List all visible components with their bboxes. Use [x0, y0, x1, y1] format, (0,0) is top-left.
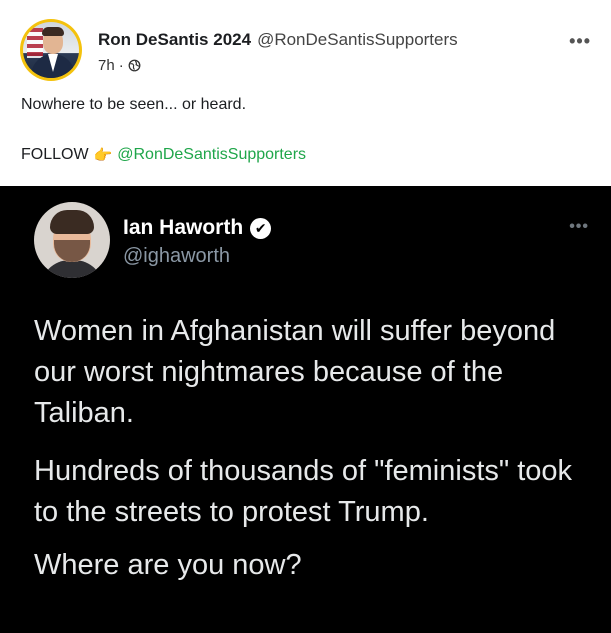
author-handle[interactable]: @RonDeSantisSupporters: [257, 30, 458, 49]
tweet-paragraph-3: Where are you now?: [34, 549, 302, 581]
post-header: Ron DeSantis 2024 @RonDeSantisSupporters …: [20, 19, 591, 83]
follow-line: FOLLOW 👉 @RonDeSantisSupporters: [21, 146, 306, 164]
tweet-paragraph-2: Hundreds of thousands of "feminists" too…: [34, 455, 573, 528]
author-name[interactable]: Ron DeSantis 2024: [98, 30, 251, 49]
more-options-button[interactable]: •••: [569, 31, 591, 52]
avatar-hair: [42, 27, 64, 36]
tweet-author-line: Ian Haworth ✔: [123, 216, 272, 240]
post-time[interactable]: 7h: [98, 57, 115, 74]
globe-icon: [128, 59, 141, 72]
avatar-photo: [23, 22, 79, 78]
tweet-screenshot[interactable]: Ian Haworth ✔ @ighaworth ••• Women in Af…: [0, 186, 611, 633]
tweet-avatar-body: [40, 260, 104, 278]
pointing-hand-icon: 👉: [93, 147, 113, 164]
tweet-author-avatar: [34, 202, 110, 278]
tweet-more-icon: •••: [569, 218, 589, 235]
tweet-avatar-hair: [50, 210, 94, 234]
tweet-avatar-beard: [54, 240, 90, 262]
follow-label: FOLLOW: [21, 146, 89, 163]
follow-handle-link[interactable]: @RonDeSantisSupporters: [117, 146, 306, 164]
tweet-author-handle: @ighaworth: [123, 245, 231, 267]
facebook-post: Ron DeSantis 2024 @RonDeSantisSupporters …: [0, 0, 611, 633]
verified-badge-icon: ✔: [250, 217, 272, 239]
avatar-flag: [27, 28, 43, 58]
author-line: Ron DeSantis 2024 @RonDeSantisSupporters: [98, 30, 458, 50]
author-avatar[interactable]: [20, 19, 82, 81]
tweet-paragraph-1: Women in Afghanistan will suffer beyond …: [34, 315, 556, 429]
post-text: Nowhere to be seen... or heard.: [21, 96, 247, 113]
tweet-author-name: Ian Haworth: [123, 216, 244, 239]
meta-separator: ·: [118, 57, 124, 74]
post-meta: 7h ·: [98, 57, 141, 74]
